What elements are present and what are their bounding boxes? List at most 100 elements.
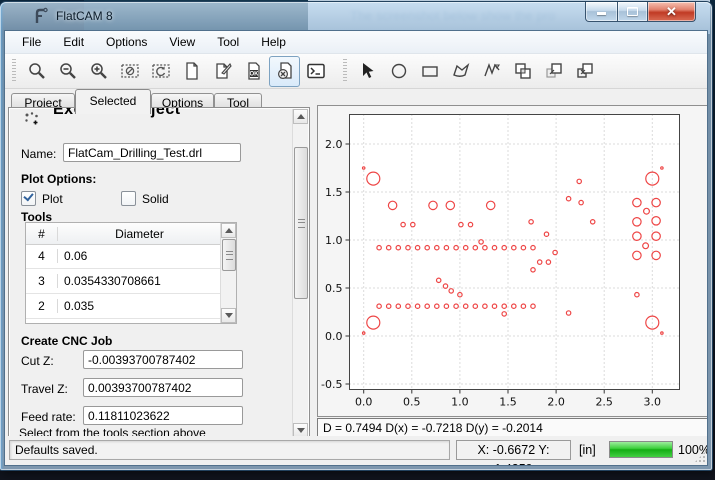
new-file-icon [182, 61, 202, 81]
excellon-drill-icon [23, 111, 41, 129]
circle-shape-icon [389, 61, 409, 81]
feedrate-label: Feed rate: [21, 410, 76, 424]
panel-scrollbar-thumb[interactable] [294, 147, 308, 299]
close-button[interactable]: ✕ [647, 2, 696, 22]
svg-text:1.0: 1.0 [451, 396, 469, 409]
col-diameter-header: Diameter [58, 227, 236, 241]
plot-checkbox[interactable] [21, 191, 36, 206]
selected-object-panel: Excellon Object Name: Plot Options: Plot… [8, 107, 310, 440]
tools-table: # Diameter 4 0.06 3 0.0354330708661 [25, 222, 237, 324]
minimize-icon [597, 12, 606, 15]
solid-checkbox[interactable] [121, 191, 136, 206]
copy-geometry-button[interactable] [538, 56, 569, 87]
menu-bar: File Edit Options View Tool Help [5, 31, 707, 54]
status-message: Defaults saved. [9, 440, 450, 460]
path-shape-icon [482, 61, 502, 81]
delete-object-button[interactable] [269, 56, 300, 87]
svg-text:2.0: 2.0 [325, 138, 343, 151]
panel-scrollbar[interactable] [292, 109, 308, 438]
toolbar: OK [5, 54, 707, 89]
tool-diameter: 0.0354330708661 [58, 274, 221, 288]
zoom-out-icon [58, 61, 78, 81]
object-name-input[interactable] [63, 143, 241, 162]
table-row[interactable]: 4 0.06 [26, 244, 221, 269]
flatcam-logo-icon [32, 7, 50, 25]
draw-polygon-button[interactable] [445, 56, 476, 87]
tool-number: 2 [26, 299, 58, 313]
scroll-down-icon[interactable] [221, 308, 236, 323]
maximize-button[interactable] [618, 2, 647, 22]
clear-plot-icon [120, 61, 140, 81]
scroll-up-icon[interactable] [293, 109, 308, 124]
table-row[interactable]: 2 0.035 [26, 294, 221, 319]
solid-checkbox-label: Solid [142, 192, 169, 206]
menu-edit[interactable]: Edit [54, 32, 93, 52]
svg-text:0.5: 0.5 [325, 282, 343, 295]
feedrate-input[interactable] [83, 406, 243, 425]
toolbar-grip-2[interactable] [343, 59, 347, 83]
tab-selected[interactable]: Selected [75, 89, 151, 114]
open-file-button[interactable] [207, 56, 238, 87]
polygon-shape-icon [451, 61, 471, 81]
title-bar[interactable]: FlatCAM 8 ✕ [0, 2, 712, 30]
svg-text:1.0: 1.0 [325, 234, 343, 247]
tools-table-header: # Diameter [26, 223, 236, 245]
minimize-button[interactable] [585, 2, 618, 22]
scroll-up-icon[interactable] [221, 223, 236, 238]
menu-options[interactable]: Options [97, 32, 156, 52]
draw-path-button[interactable] [476, 56, 507, 87]
menu-help[interactable]: Help [252, 32, 295, 52]
menu-file[interactable]: File [13, 32, 50, 52]
svg-text:0.5: 0.5 [403, 396, 421, 409]
units-label: [in] [579, 443, 596, 457]
table-row[interactable]: 3 0.0354330708661 [26, 269, 221, 294]
move-geometry-button[interactable] [569, 56, 600, 87]
cursor-coordinates: X: -0.6672 Y: 1.4359 [456, 440, 571, 460]
move-geometry-icon [575, 61, 595, 81]
shell-button[interactable] [300, 56, 331, 87]
replot-button[interactable] [145, 56, 176, 87]
cutz-input[interactable] [83, 350, 243, 369]
zoom-fit-button[interactable] [21, 56, 52, 87]
union-icon [513, 61, 533, 81]
plot-canvas[interactable]: 0.00.51.01.52.02.53.0-0.50.00.51.01.52.0 [317, 105, 708, 417]
copy-geometry-icon [544, 61, 564, 81]
run-script-button[interactable]: OK [238, 56, 269, 87]
rectangle-shape-icon [420, 61, 440, 81]
cutz-label: Cut Z: [21, 354, 54, 368]
svg-text:-0.5: -0.5 [321, 378, 342, 391]
select-tool-button[interactable] [352, 56, 383, 87]
table-scrollbar-thumb[interactable] [222, 239, 236, 271]
menu-view[interactable]: View [160, 32, 204, 52]
zoom-in-button[interactable] [83, 56, 114, 87]
delete-object-icon [275, 61, 295, 81]
clear-plot-button[interactable] [114, 56, 145, 87]
progress-bar [609, 441, 673, 458]
zoom-in-icon [89, 61, 109, 81]
progress-fill [610, 442, 672, 457]
solid-checkbox-row[interactable]: Solid [121, 191, 169, 206]
tool-number: 4 [26, 249, 58, 263]
name-label: Name: [21, 147, 56, 161]
svg-text:1.5: 1.5 [499, 396, 517, 409]
draw-rectangle-button[interactable] [414, 56, 445, 87]
toolbar-grip[interactable] [12, 59, 16, 83]
plot-checkbox-row[interactable]: Plot [21, 191, 63, 206]
measurement-readout: D = 0.7494 D(x) = -0.7218 D(y) = -0.2014 [317, 418, 708, 438]
status-bar: Defaults saved. X: -0.6672 Y: 1.4359 [in… [5, 436, 707, 465]
new-file-button[interactable] [176, 56, 207, 87]
travelz-input[interactable] [83, 378, 243, 397]
tool-number: 3 [26, 274, 58, 288]
open-file-icon [213, 61, 233, 81]
svg-text:1.5: 1.5 [325, 186, 343, 199]
menu-tool[interactable]: Tool [208, 32, 248, 52]
replot-icon [151, 61, 171, 81]
tool-diameter: 0.035 [58, 299, 221, 313]
zoom-out-button[interactable] [52, 56, 83, 87]
select-cursor-icon [358, 61, 378, 81]
draw-circle-button[interactable] [383, 56, 414, 87]
table-scrollbar[interactable] [220, 223, 236, 323]
window-title: FlatCAM 8 [56, 9, 113, 23]
shell-icon [306, 61, 326, 81]
union-button[interactable] [507, 56, 538, 87]
